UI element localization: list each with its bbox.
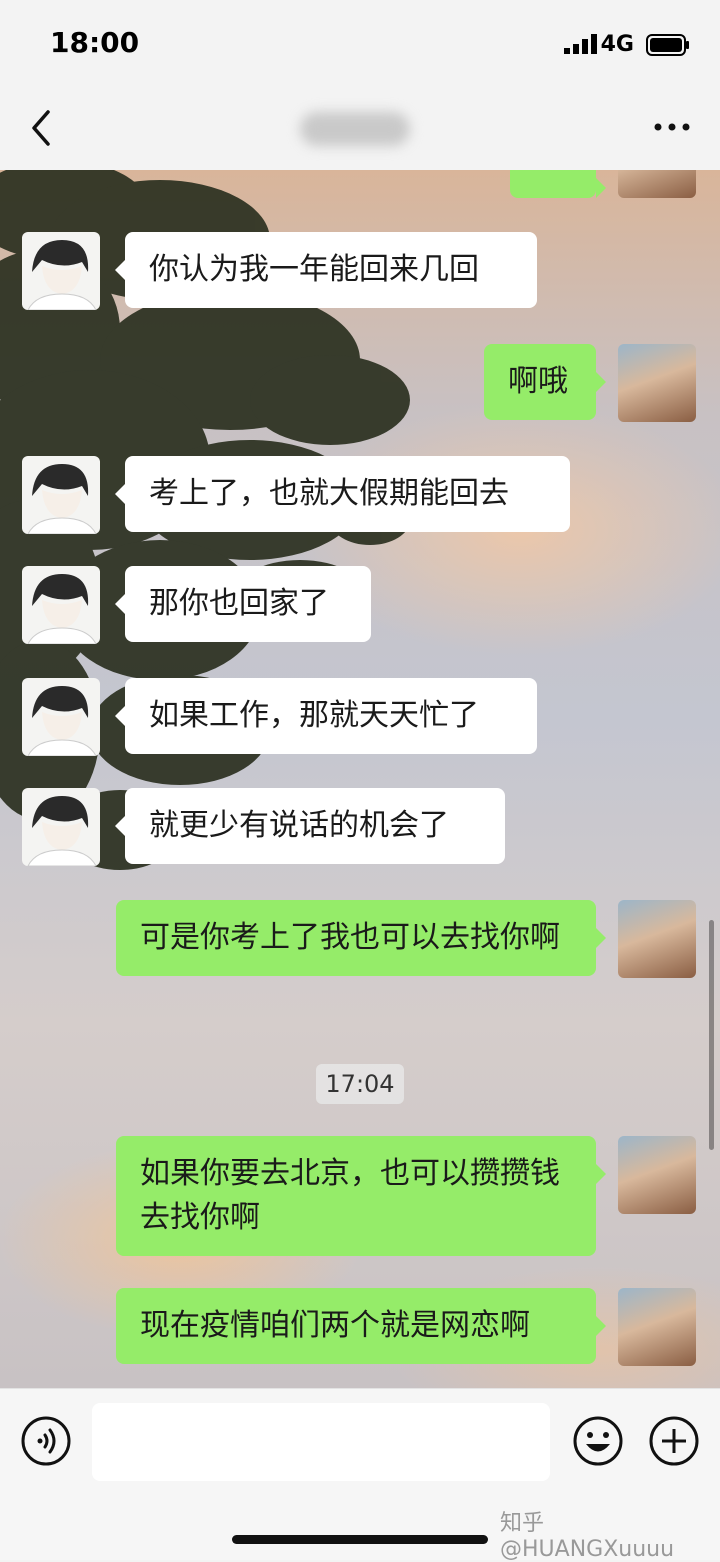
boy-avatar-icon — [27, 240, 97, 310]
message-bubble-left[interactable]: 考上了，也就大假期能回去 — [115, 456, 570, 532]
boy-avatar-icon — [27, 574, 97, 644]
avatar-contact[interactable] — [22, 566, 100, 644]
message-bubble-left[interactable]: 如果工作，那就天天忙了 — [115, 678, 537, 754]
voice-icon[interactable] — [20, 1415, 72, 1467]
avatar-self[interactable] — [618, 1288, 696, 1366]
message-bubble-right[interactable]: 现在疫情咱们两个就是网恋啊 — [116, 1288, 606, 1364]
battery-icon — [646, 34, 689, 56]
watermark: 知乎 @HUANGXuuuu — [500, 1511, 675, 1562]
message-bubble-right[interactable]: 啊哦 — [484, 344, 606, 420]
message-bubble-left[interactable]: 那你也回家了 — [115, 566, 371, 642]
avatar-self[interactable] — [618, 1136, 696, 1214]
emoji-icon[interactable] — [572, 1415, 624, 1467]
home-indicator[interactable] — [232, 1535, 488, 1544]
message-bubble-left[interactable]: 你认为我一年能回来几回 — [115, 232, 537, 308]
network-label: 4G — [600, 32, 634, 57]
boy-avatar-icon — [27, 686, 97, 756]
avatar-contact[interactable] — [22, 456, 100, 534]
boy-avatar-icon — [27, 464, 97, 534]
scrollbar[interactable] — [709, 920, 714, 1150]
avatar-self[interactable] — [618, 344, 696, 422]
plus-icon[interactable] — [648, 1415, 700, 1467]
message-bubble-right[interactable]: 可是你考上了我也可以去找你啊 — [116, 900, 606, 976]
contact-name-blurred — [300, 112, 410, 146]
message-bubble-right[interactable] — [510, 170, 606, 198]
more-options-icon[interactable] — [652, 112, 692, 142]
avatar-self[interactable] — [618, 900, 696, 978]
signal-icon — [564, 34, 597, 54]
status-time: 18:00 — [50, 26, 140, 59]
chat-history[interactable]: 你认为我一年能回来几回 啊哦 考上了，也就大假期能回去 那你也回家了 如果工作，… — [0, 170, 720, 1388]
avatar-contact[interactable] — [22, 788, 100, 866]
boy-avatar-icon — [27, 796, 97, 866]
input-bar: 知乎 @HUANGXuuuu — [0, 1388, 720, 1562]
avatar-contact[interactable] — [22, 678, 100, 756]
message-bubble-right[interactable]: 如果你要去北京，也可以攒攒钱去找你啊 — [116, 1136, 606, 1256]
avatar-self[interactable] — [618, 170, 696, 198]
back-arrow-icon[interactable] — [22, 106, 62, 150]
message-bubble-left[interactable]: 就更少有说话的机会了 — [115, 788, 505, 864]
avatar-contact[interactable] — [22, 232, 100, 310]
message-input[interactable] — [92, 1403, 550, 1481]
timestamp-label: 17:04 — [316, 1064, 404, 1104]
chat-header — [0, 88, 720, 171]
status-bar: 18:00 4G — [0, 0, 720, 88]
